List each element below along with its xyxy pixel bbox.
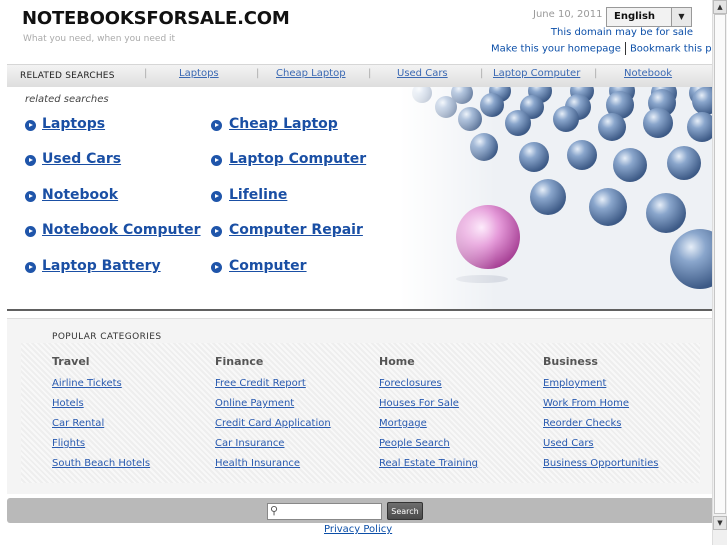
category-link[interactable]: Hotels xyxy=(52,398,84,409)
related-link-notebook-computer[interactable]: Notebook Computer xyxy=(42,222,201,238)
arrow-bullet-icon xyxy=(25,226,36,237)
category-link[interactable]: Airline Tickets xyxy=(52,378,122,389)
category-link[interactable]: Mortgage xyxy=(379,418,427,429)
category-title: Business xyxy=(543,355,598,368)
topbar-link-notebook[interactable]: Notebook xyxy=(624,68,672,79)
related-link-laptop-battery[interactable]: Laptop Battery xyxy=(42,258,161,274)
page: NOTEBOOKSFORSALE.COM What you need, when… xyxy=(0,0,727,545)
topbar-link-laptops[interactable]: Laptops xyxy=(179,68,219,79)
category-link[interactable]: Health Insurance xyxy=(215,458,300,469)
popular-categories-heading: POPULAR CATEGORIES xyxy=(52,332,162,342)
related-link-notebook[interactable]: Notebook xyxy=(42,187,118,203)
arrow-bullet-icon xyxy=(25,262,36,273)
popular-categories: POPULAR CATEGORIES Travel Airline Ticket… xyxy=(7,318,720,494)
category-link[interactable]: Work From Home xyxy=(543,398,629,409)
privacy-policy-link[interactable]: Privacy Policy xyxy=(324,524,392,535)
search-button[interactable]: Search xyxy=(387,502,423,520)
related-link-cheap-laptop[interactable]: Cheap Laptop xyxy=(229,116,338,132)
arrow-bullet-icon xyxy=(25,120,36,131)
related-link-laptops[interactable]: Laptops xyxy=(42,116,105,132)
scroll-up-icon[interactable]: ▲ xyxy=(713,0,727,14)
category-link[interactable]: Real Estate Training xyxy=(379,458,478,469)
category-link[interactable]: Houses For Sale xyxy=(379,398,459,409)
divider: | xyxy=(256,68,260,79)
search-input[interactable]: ⚲ xyxy=(267,503,382,520)
divider: | xyxy=(480,68,484,79)
decorative-spheres-image xyxy=(400,87,720,309)
scrollbar-thumb[interactable] xyxy=(714,14,726,514)
arrow-bullet-icon xyxy=(211,120,222,131)
category-title: Finance xyxy=(215,355,264,368)
category-link[interactable]: Employment xyxy=(543,378,606,389)
topbar-link-used-cars[interactable]: Used Cars xyxy=(397,68,448,79)
category-link[interactable]: Foreclosures xyxy=(379,378,442,389)
category-link[interactable]: People Search xyxy=(379,438,450,449)
arrow-bullet-icon xyxy=(211,191,222,202)
category-link[interactable]: Business Opportunities xyxy=(543,458,659,469)
chevron-down-icon[interactable]: ▼ xyxy=(671,8,691,26)
make-homepage-link[interactable]: Make this your homepage xyxy=(491,44,621,55)
category-link[interactable]: Flights xyxy=(52,438,85,449)
related-searches-label: RELATED SEARCHES xyxy=(20,71,115,81)
arrow-bullet-icon xyxy=(25,191,36,202)
category-link[interactable]: Credit Card Application xyxy=(215,418,331,429)
scroll-down-icon[interactable]: ▼ xyxy=(713,516,727,530)
site-tagline: What you need, when you need it xyxy=(23,34,176,44)
category-title: Home xyxy=(379,355,415,368)
divider: | xyxy=(368,68,372,79)
related-link-computer[interactable]: Computer xyxy=(229,258,307,274)
related-link-laptop-computer[interactable]: Laptop Computer xyxy=(229,151,366,167)
language-select[interactable]: English ▼ xyxy=(606,7,692,27)
date-text: June 10, 2011 | xyxy=(533,9,610,20)
domain-for-sale-link[interactable]: This domain may be for sale xyxy=(551,27,693,38)
related-searches-bar: RELATED SEARCHES | Laptops | Cheap Lapto… xyxy=(7,64,720,87)
arrow-bullet-icon xyxy=(211,226,222,237)
arrow-bullet-icon xyxy=(211,262,222,273)
language-selected: English xyxy=(614,11,656,22)
homepage-links: Make this your homepage Bookmark this pag… xyxy=(491,42,727,55)
related-searches-panel: related searches Laptops Used Cars Noteb… xyxy=(7,87,720,311)
category-link[interactable]: Online Payment xyxy=(215,398,294,409)
divider: | xyxy=(594,68,598,79)
category-link[interactable]: Free Credit Report xyxy=(215,378,306,389)
category-link[interactable]: Car Rental xyxy=(52,418,104,429)
divider xyxy=(624,42,626,55)
divider: | xyxy=(144,68,148,79)
related-link-computer-repair[interactable]: Computer Repair xyxy=(229,222,363,238)
arrow-bullet-icon xyxy=(25,155,36,166)
category-title: Travel xyxy=(52,355,90,368)
arrow-bullet-icon xyxy=(211,155,222,166)
category-link[interactable]: South Beach Hotels xyxy=(52,458,150,469)
topbar-link-laptop-computer[interactable]: Laptop Computer xyxy=(493,68,580,79)
related-searches-subhead: related searches xyxy=(25,94,109,105)
related-link-lifeline[interactable]: Lifeline xyxy=(229,187,287,203)
related-link-used-cars[interactable]: Used Cars xyxy=(42,151,121,167)
site-brand: NOTEBOOKSFORSALE.COM xyxy=(22,8,290,29)
category-link[interactable]: Car Insurance xyxy=(215,438,284,449)
category-link[interactable]: Reorder Checks xyxy=(543,418,621,429)
vertical-scrollbar[interactable]: ▲ ▼ xyxy=(712,0,727,545)
search-icon: ⚲ xyxy=(270,504,279,517)
category-link[interactable]: Used Cars xyxy=(543,438,594,449)
topbar-link-cheap-laptop[interactable]: Cheap Laptop xyxy=(276,68,346,79)
